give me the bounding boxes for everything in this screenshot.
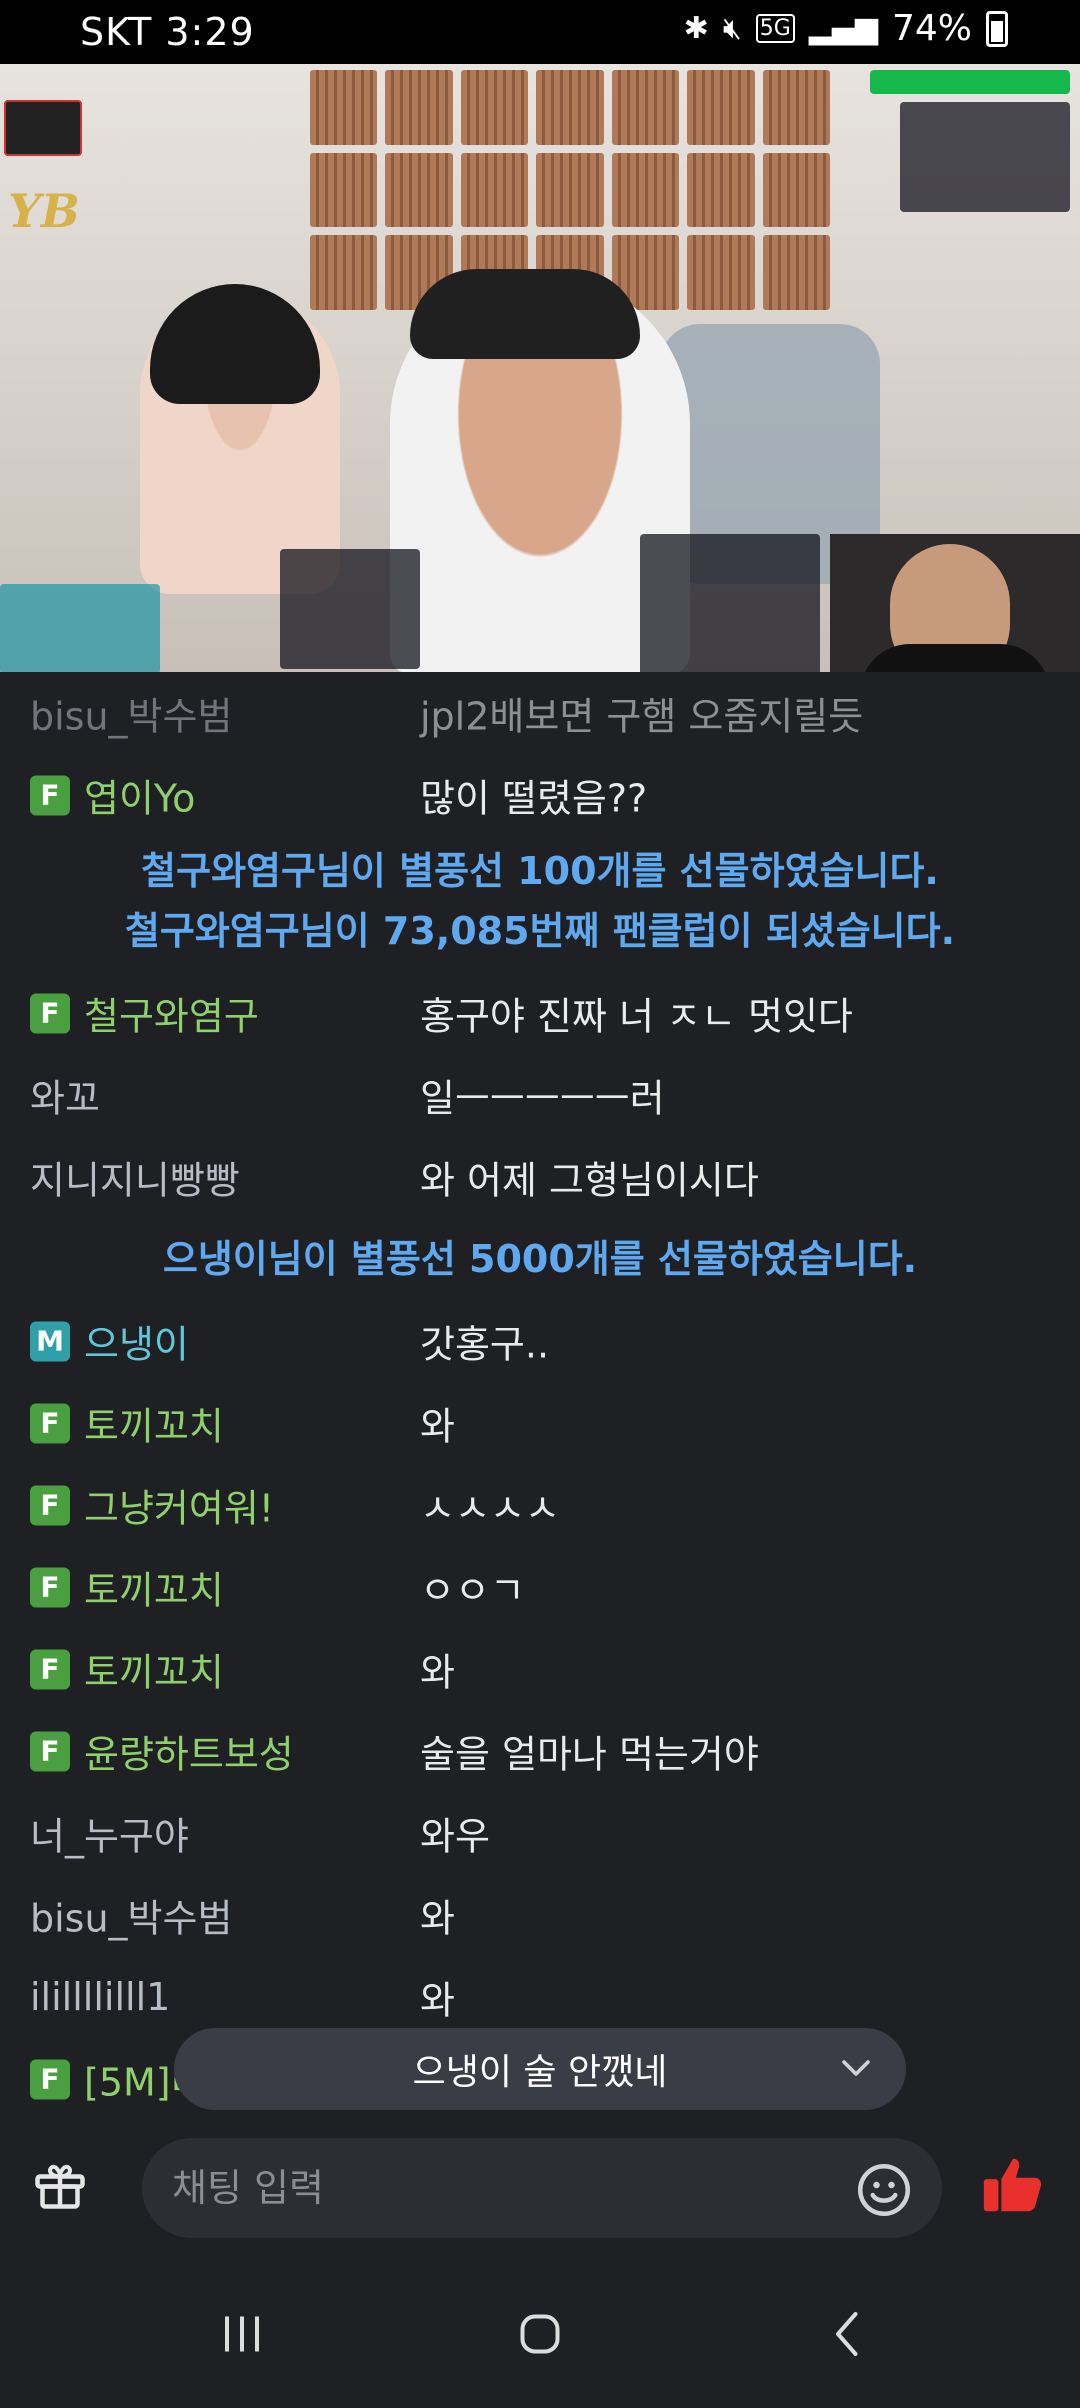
overlay-panel-topleft [4,100,82,156]
facecam [830,534,1080,672]
chat-input-bar [0,2120,1080,2260]
chat-text: jpl2배보면 구햄 오줌지릴듯 [420,694,864,739]
fan-badge: F [30,1403,70,1443]
chat-text: 와 [420,1978,455,2023]
system-notice: 철구와염구님이 별풍선 100개를 선물하였습니다. [141,849,939,893]
fan-badge: F [30,993,70,1033]
chat-nick: 토끼꼬치 [84,1568,224,1613]
chat-nick[interactable]: 지니지니빵빵 [30,1150,240,1205]
overlay-progress-bar [870,70,1070,94]
carrier-time: SKT 3:29 [80,10,255,54]
chat-nick[interactable]: 너_누구야 [30,1806,189,1861]
chat-nick: 토끼꼬치 [84,1404,224,1449]
chat-text: ㅇㅇㄱ [420,1568,525,1613]
chat-nick-wrap[interactable]: F 토끼꼬치 [30,1560,224,1615]
chat-nick-wrap[interactable]: F 토끼꼬치 [30,1642,224,1697]
chat-nick-wrap[interactable]: F 토끼꼬치 [30,1396,224,1451]
fan-badge: F [30,1485,70,1525]
chat-message: F 엽이Yo 많이 떨렸음?? [0,754,1080,836]
chat-nick: 철구와염구 [84,994,259,1039]
thumbs-up-icon[interactable] [978,2150,1048,2220]
overlay-ranking [900,102,1070,212]
chat-nick[interactable]: 와꼬 [30,1068,100,1123]
chat-nick-wrap[interactable]: F 윤량하트보성 [30,1724,294,1779]
chat-message: 지니지니빵빵 와 어제 그형님이시다 [0,1136,1080,1218]
chat-input-field [142,2138,942,2238]
gift-icon[interactable] [30,2154,90,2214]
chat-text: 홍구야 진짜 너 ㅈㄴ 멋잇다 [420,994,853,1039]
chat-nick-wrap[interactable]: M 으냉이 [30,1314,189,1369]
chat-text: ㅅㅅㅅㅅ [420,1486,560,1531]
manager-badge: M [30,1321,70,1361]
back-icon[interactable] [818,2304,878,2364]
chat-nick: 그냥커여워! [84,1486,275,1531]
chat-text: 와 [420,1650,455,1695]
facecam-body [860,644,1050,672]
chat-message: F 철구와염구 홍구야 진짜 너 ㅈㄴ 멋잇다 [0,972,1080,1054]
system-notice: 으냉이님이 별풍선 5000개를 선물하였습니다. [162,1237,918,1281]
chat-nick-wrap[interactable]: F 철구와염구 [30,986,259,1041]
chat-nick: 엽이Yo [84,776,196,821]
chat-input[interactable] [172,2138,832,2238]
chat-message: ilillllilll1 와 [0,1956,1080,2038]
chat-text: 갓홍구.. [420,1322,550,1367]
battery-percent: 74% [891,8,972,49]
latest-message-toast[interactable]: 으냉이 술 안깼네 [174,2028,906,2110]
chat-message: F 토끼꼬치 와 [0,1382,1080,1464]
chat-message: bisu_박수범 와 [0,1874,1080,1956]
chat-nick: 토끼꼬치 [84,1650,224,1695]
chat-text: 술을 얼마나 먹는거야 [420,1732,759,1777]
fan-badge: F [30,1731,70,1771]
network-label: 5G [755,14,795,43]
chat-text: 와 [420,1896,455,1941]
chat-text: 일ㅡㅡㅡㅡㅡ러 [420,1076,665,1121]
bluetooth-icon: ✱ [683,11,709,46]
chat-text: 많이 떨렸음?? [420,776,648,821]
chat-nick-wrap[interactable]: F 엽이Yo [30,768,195,823]
chat-text: 와 어제 그형님이시다 [420,1158,759,1203]
chat-text: 와우 [420,1814,490,1859]
chat-message: F 그냥커여워! ㅅㅅㅅㅅ [0,1464,1080,1546]
chat-nick[interactable]: bisu_박수범 [30,1888,232,1943]
chat-nick[interactable]: bisu_박수범 [30,686,232,741]
overlay-logo: YB [8,184,80,238]
fan-badge: F [30,1649,70,1689]
signal-icon: ▂▄▆ [808,11,878,46]
home-icon[interactable] [510,2304,570,2364]
chat-nick: 으냉이 [84,1322,189,1367]
chat-message: F 토끼꼬치 와 [0,1628,1080,1710]
streamer-main-hair [410,269,640,359]
chat-message: 너_누구야 와우 [0,1792,1080,1874]
chat-message: M 으냉이 갓홍구.. [0,1300,1080,1382]
fan-badge: F [30,1567,70,1607]
overlay-match-info [0,584,160,672]
fan-badge: F [30,775,70,815]
mute-icon: 🔇︎ [722,11,742,46]
status-icons: ✱ 🔇︎ 5G ▂▄▆ 74% [684,8,1008,49]
chat-list[interactable]: bisu_박수범 jpl2배보면 구햄 오줌지릴듯 F 엽이Yo 많이 떨렸음?… [0,672,1080,2120]
chat-message: bisu_박수범 jpl2배보면 구햄 오줌지릴듯 [0,672,1080,754]
streamer-left-hair [150,284,320,404]
chat-nick-wrap[interactable]: F 그냥커여워! [30,1478,274,1533]
chat-nick[interactable]: ilillllilll1 [30,1975,170,2019]
overlay-donations [280,549,420,669]
fan-badge: F [30,2059,70,2099]
recent-apps-icon[interactable] [212,2304,272,2364]
chat-message: F 윤량하트보성 술을 얼마나 먹는거야 [0,1710,1080,1792]
chat-text: 와 [420,1404,455,1449]
toast-text: 으냉이 술 안깼네 [412,2052,668,2093]
emoji-icon[interactable] [854,2160,914,2220]
system-notice: 철구와염구님이 73,085번째 팬클럽이 되셨습니다. [124,909,956,953]
chevron-down-icon [842,2060,870,2076]
overlay-chat-feed [640,534,820,672]
chat-message: 와꼬 일ㅡㅡㅡㅡㅡ러 [0,1054,1080,1136]
chat-nick: 윤량하트보성 [84,1732,294,1777]
video-player[interactable]: YB [0,64,1080,672]
battery-icon [986,10,1008,47]
system-nav-bar [0,2260,1080,2408]
status-bar: SKT 3:29 ✱ 🔇︎ 5G ▂▄▆ 74% [0,0,1080,64]
chat-message: F 토끼꼬치 ㅇㅇㄱ [0,1546,1080,1628]
